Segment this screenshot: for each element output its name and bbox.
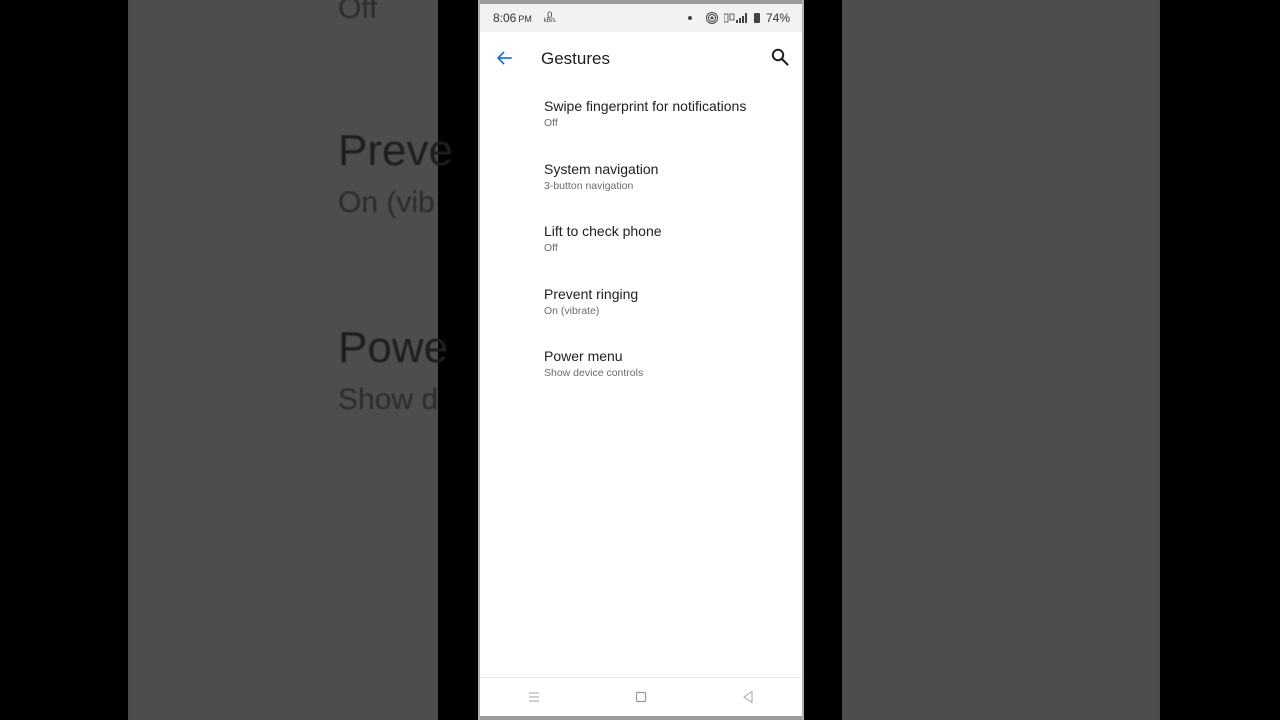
battery-percent: 74% xyxy=(765,11,790,25)
notification-dot-icon xyxy=(687,16,692,20)
signal-icon xyxy=(723,13,747,23)
setting-title: Power menu xyxy=(544,348,623,364)
status-bar: 8:06 PM 0 kB/s 74% xyxy=(480,0,802,32)
battery-icon xyxy=(753,13,760,23)
home-button[interactable] xyxy=(621,682,661,712)
setting-summary: Off xyxy=(544,117,558,129)
gestures-settings-list: Swipe fingerprint for notifications Off … xyxy=(480,88,802,401)
background-text-prevent-sub: On (vib xyxy=(338,186,435,219)
background-text-power: Powe xyxy=(338,323,449,372)
hotspot-icon xyxy=(705,12,718,24)
setting-summary: Show device controls xyxy=(544,367,644,379)
setting-title: Swipe fingerprint for notifications xyxy=(544,98,747,114)
setting-prevent-ringing[interactable]: Prevent ringing On (vibrate) xyxy=(480,276,802,339)
setting-title: System navigation xyxy=(544,160,659,177)
phone-screen: 8:06 PM 0 kB/s 74% Gestures Swipe finger… xyxy=(478,0,804,720)
back-button[interactable] xyxy=(728,682,768,712)
background-text-power-sub: Show d xyxy=(338,383,439,416)
navigation-bar xyxy=(480,677,802,716)
background-text-prevent: Preve xyxy=(338,126,453,175)
setting-swipe-fingerprint[interactable]: Swipe fingerprint for notifications Off xyxy=(480,88,802,151)
setting-system-navigation[interactable]: System navigation 3-button navigation xyxy=(480,151,802,214)
search-icon[interactable] xyxy=(770,47,790,67)
status-time: 8:06 PM xyxy=(493,11,532,25)
recents-icon xyxy=(528,692,539,702)
app-bar: Gestures xyxy=(480,32,802,84)
home-icon xyxy=(635,691,647,703)
arrow-back-icon[interactable] xyxy=(494,48,514,68)
setting-summary: Off xyxy=(544,242,558,254)
setting-summary: On (vibrate) xyxy=(544,304,600,317)
setting-lift-to-check-phone[interactable]: Lift to check phone Off xyxy=(480,213,802,276)
network-speed: 0 kB/s xyxy=(543,10,556,25)
background-right-band xyxy=(842,0,1160,720)
setting-title: Lift to check phone xyxy=(544,223,662,239)
bottom-edge xyxy=(480,716,802,720)
nav-back-icon xyxy=(743,690,753,704)
setting-summary: 3-button navigation xyxy=(544,179,634,192)
setting-title: Prevent ringing xyxy=(544,285,639,302)
page-title: Gestures xyxy=(541,49,610,68)
setting-power-menu[interactable]: Power menu Show device controls xyxy=(480,338,802,401)
background-text-off: Off xyxy=(338,0,378,25)
recents-button[interactable] xyxy=(514,682,554,712)
